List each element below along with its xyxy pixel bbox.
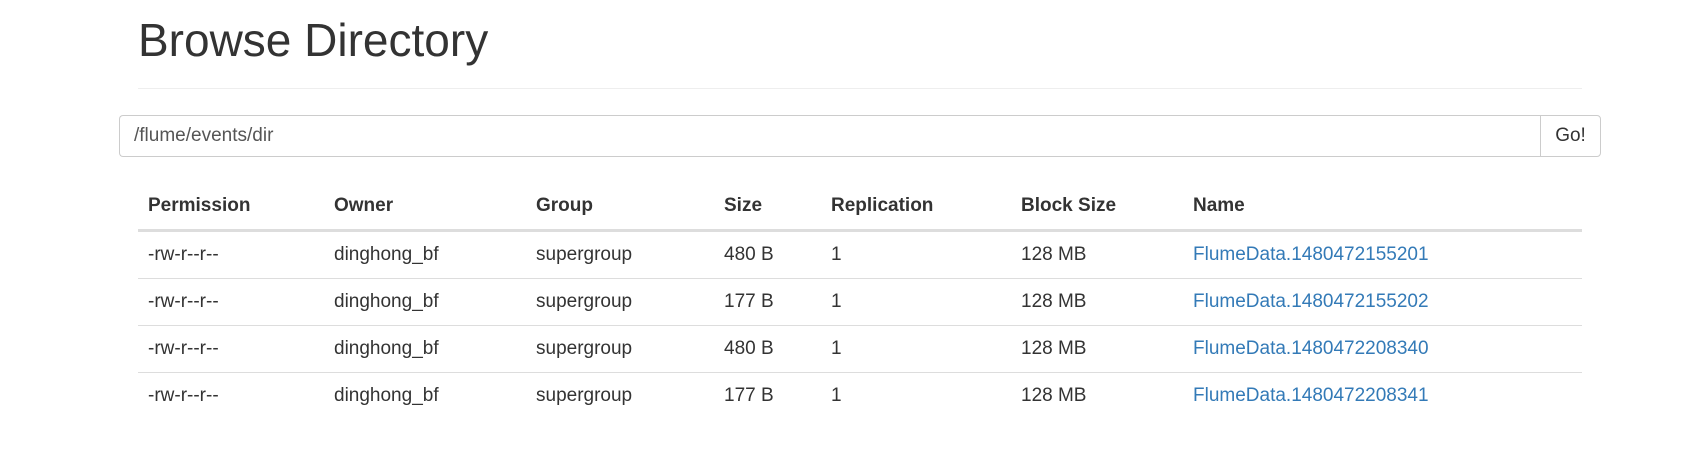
cell-permission: -rw-r--r-- (138, 325, 324, 373)
cell-owner: dinghong_bf (324, 278, 526, 326)
cell-owner: dinghong_bf (324, 230, 526, 279)
cell-owner: dinghong_bf (334, 385, 439, 406)
file-link[interactable]: FlumeData.1480472155202 (1193, 291, 1429, 312)
cell-name: FlumeData.1480472155202 (1183, 278, 1582, 326)
cell-block-size: 128 MB (1011, 278, 1183, 326)
column-header-replication[interactable]: Replication (821, 183, 1011, 232)
cell-name: FlumeData.1480472155201 (1183, 230, 1582, 279)
file-link[interactable]: FlumeData.1480472208341 (1193, 385, 1429, 406)
cell-replication: 1 (831, 385, 842, 406)
cell-size: 480 B (714, 325, 821, 373)
table-row: -rw-r--r-- dinghong_bf supergroup 177 B … (138, 278, 1582, 326)
file-link[interactable]: FlumeData.1480472155201 (1193, 244, 1429, 265)
cell-group: supergroup (526, 230, 714, 279)
table-header-row: Permission Owner Group Size Replication … (138, 183, 1582, 232)
cell-name: FlumeData.1480472208341 (1183, 373, 1582, 420)
cell-name: FlumeData.1480472208340 (1183, 325, 1582, 373)
cell-group: supergroup (536, 385, 633, 406)
cell-size: 177 B (714, 278, 821, 326)
cell-replication: 1 (821, 230, 1011, 279)
cell-replication: 1 (821, 325, 1011, 373)
column-header-size[interactable]: Size (714, 183, 821, 232)
directory-listing-table: Permission Owner Group Size Replication … (138, 183, 1582, 419)
page-title: Browse Directory (138, 14, 489, 66)
file-link[interactable]: FlumeData.1480472208340 (1193, 338, 1429, 359)
directory-path-input[interactable] (119, 115, 1540, 157)
column-header-block-size[interactable]: Block Size (1011, 183, 1183, 232)
path-form: Go! (119, 115, 1601, 157)
cell-permission: -rw-r--r-- (138, 230, 324, 279)
column-header-owner[interactable]: Owner (324, 183, 526, 232)
table-row: -rw-r--r-- dinghong_bf supergroup 480 B … (138, 230, 1582, 279)
cell-block-size: 128 MB (1011, 230, 1183, 279)
column-header-name[interactable]: Name (1183, 183, 1582, 232)
cell-size: 177 B (724, 385, 774, 406)
go-button[interactable]: Go! (1540, 115, 1601, 157)
cell-owner: dinghong_bf (324, 325, 526, 373)
table-row: -rw-r--r-- dinghong_bf supergroup 177 B … (138, 373, 1582, 420)
cell-group: supergroup (526, 325, 714, 373)
cell-group: supergroup (526, 278, 714, 326)
table-row: -rw-r--r-- dinghong_bf supergroup 480 B … (138, 325, 1582, 373)
cell-permission: -rw-r--r-- (148, 385, 219, 406)
cell-permission: -rw-r--r-- (138, 278, 324, 326)
cell-block-size: 128 MB (1021, 385, 1087, 406)
cell-replication: 1 (821, 278, 1011, 326)
column-header-group[interactable]: Group (526, 183, 714, 232)
column-header-permission[interactable]: Permission (138, 183, 324, 232)
page: Browse Directory Go! Permission Owner Gr… (0, 0, 1701, 449)
cell-size: 480 B (714, 230, 821, 279)
page-header: Browse Directory (138, 0, 1582, 89)
cell-block-size: 128 MB (1011, 325, 1183, 373)
